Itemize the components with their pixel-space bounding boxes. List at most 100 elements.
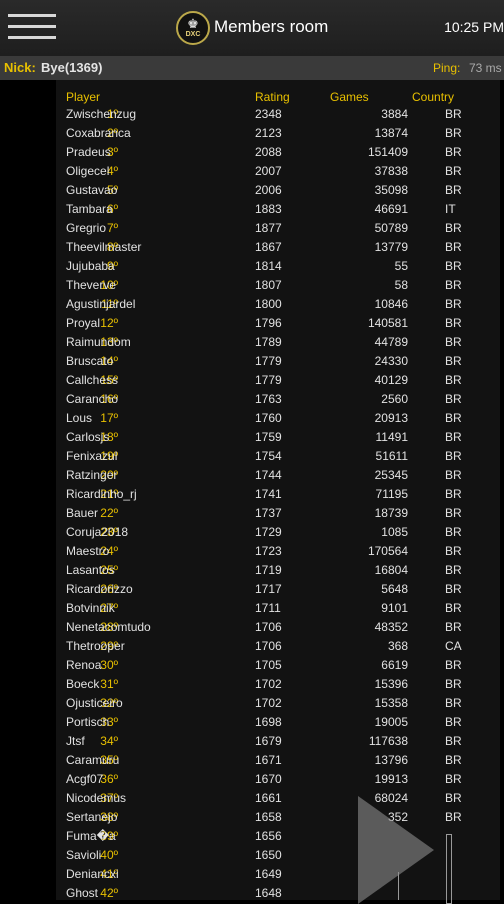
column-header-player[interactable]: Player — [66, 90, 100, 104]
player-name: Proyal — [66, 316, 101, 330]
player-rating: 2007 — [255, 164, 282, 178]
table-row[interactable]: 20º Ratzinger 1744 25345 BR — [56, 465, 500, 484]
player-name: Caramuru — [66, 753, 120, 767]
play-icon[interactable] — [358, 796, 434, 904]
table-row[interactable]: 14º Bruscato 1779 24330 BR — [56, 351, 500, 370]
table-row[interactable]: 21º Ricardinho_rj 1741 71195 BR — [56, 484, 500, 503]
player-name: Jujubaba — [66, 259, 115, 273]
info-bar: Nick: Bye(1369) Ping: 73 ms — [0, 56, 504, 80]
player-games: 15396 — [374, 677, 408, 691]
player-rating: 1719 — [255, 563, 282, 577]
player-rating: 1883 — [255, 202, 282, 216]
table-row[interactable]: 36º Acgf07 1670 19913 BR — [56, 769, 500, 788]
nick-label: Nick: — [4, 60, 36, 75]
player-country: BR — [445, 677, 462, 691]
player-name: Ricardinho_rj — [66, 487, 137, 501]
table-row[interactable]: 33º Portisch 1698 19005 BR — [56, 712, 500, 731]
scroll-slider[interactable] — [446, 834, 452, 904]
table-row[interactable]: 27º Botvinnik 1711 9101 BR — [56, 598, 500, 617]
player-name: Fuma�a — [66, 829, 116, 843]
player-country: BR — [445, 810, 462, 824]
player-rating: 1670 — [255, 772, 282, 786]
logo-text: DXC — [185, 31, 201, 38]
column-header-rating[interactable]: Rating — [255, 90, 290, 104]
table-row[interactable]: 32º Ojusticeiro 1702 15358 BR — [56, 693, 500, 712]
table-row[interactable]: 15º Callchess 1779 40129 BR — [56, 370, 500, 389]
player-name: Lous — [66, 411, 93, 425]
player-rating: 1759 — [255, 430, 282, 444]
table-row[interactable]: 23º Coruja2018 1729 1085 BR — [56, 522, 500, 541]
table-row[interactable]: 6º Tambara 1883 46691 IT — [56, 199, 500, 218]
player-name: Theverve — [66, 278, 117, 292]
player-country: BR — [445, 563, 462, 577]
table-row[interactable]: 29º Thetrooper 1706 368 CA — [56, 636, 500, 655]
player-rating: 1796 — [255, 316, 282, 330]
player-rating: 1744 — [255, 468, 282, 482]
club-logo: ♚ DXC — [176, 11, 210, 45]
table-row[interactable]: 13º Raimundom 1789 44789 BR — [56, 332, 500, 351]
player-country: BR — [445, 449, 462, 463]
table-row[interactable]: 8º Theevilmaster 1867 13779 BR — [56, 237, 500, 256]
player-name: Jtsf — [66, 734, 85, 748]
player-country: BR — [445, 753, 462, 767]
player-games: 51611 — [375, 449, 408, 463]
table-row[interactable]: 26º Ricardorizzo 1717 5648 BR — [56, 579, 500, 598]
table-row[interactable]: 10º Theverve 1807 58 BR — [56, 275, 500, 294]
player-games: 50789 — [374, 221, 408, 235]
table-row[interactable]: 17º Lous 1760 20913 BR — [56, 408, 500, 427]
player-name: Portisch — [66, 715, 110, 729]
player-games: 140581 — [367, 316, 408, 330]
table-row[interactable]: 22º Bauer 1737 18739 BR — [56, 503, 500, 522]
player-rating: 1760 — [255, 411, 282, 425]
table-row[interactable]: 9º Jujubaba 1814 55 BR — [56, 256, 500, 275]
player-rating: 2348 — [255, 107, 282, 121]
player-country: BR — [445, 164, 462, 178]
player-name: Carlosjs — [66, 430, 110, 444]
player-name: Carancho — [66, 392, 119, 406]
player-rating: 1807 — [255, 278, 282, 292]
table-row[interactable]: 28º Nenetacomtudo 1706 48352 BR — [56, 617, 500, 636]
player-name: Acgf07 — [66, 772, 104, 786]
table-row[interactable]: 31º Boeck 1702 15396 BR — [56, 674, 500, 693]
player-name: Ricardorizzo — [66, 582, 133, 596]
player-rating: 1650 — [255, 848, 282, 862]
player-country: BR — [445, 544, 462, 558]
table-row[interactable]: 18º Carlosjs 1759 11491 BR — [56, 427, 500, 446]
table-row[interactable]: 16º Carancho 1763 2560 BR — [56, 389, 500, 408]
table-row[interactable]: 12º Proyal 1796 140581 BR — [56, 313, 500, 332]
player-rating: 1706 — [255, 620, 282, 634]
player-country: CA — [445, 639, 462, 653]
player-games: 25345 — [374, 468, 408, 482]
table-row[interactable]: 3º Pradeus 2088 151409 BR — [56, 142, 500, 161]
player-rating: 1649 — [255, 867, 282, 881]
table-row[interactable]: 30º Renoa 1705 6619 BR — [56, 655, 500, 674]
table-row[interactable]: 34º Jtsf 1679 117638 BR — [56, 731, 500, 750]
table-row[interactable]: 2º Coxabranca 2123 13874 BR — [56, 123, 500, 142]
player-name: Savioli — [66, 848, 102, 862]
table-row[interactable]: 19º Fenixazul 1754 51611 BR — [56, 446, 500, 465]
table-row[interactable]: 5º Gustavao 2006 35098 BR — [56, 180, 500, 199]
table-row[interactable]: 25º Lasantos 1719 16804 BR — [56, 560, 500, 579]
player-country: BR — [445, 658, 462, 672]
player-rating: 2123 — [255, 126, 282, 140]
player-rank: 22º — [100, 506, 118, 520]
column-header-games[interactable]: Games — [330, 90, 369, 104]
player-games: 24330 — [374, 354, 408, 368]
table-row[interactable]: 11º Agustinjardel 1800 10846 BR — [56, 294, 500, 313]
player-games: 15358 — [374, 696, 408, 710]
menu-icon[interactable] — [8, 12, 56, 42]
player-country: BR — [445, 259, 462, 273]
player-rank: 40º — [100, 848, 118, 862]
column-header-country[interactable]: Country — [412, 90, 454, 104]
player-games: 13796 — [374, 753, 408, 767]
table-row[interactable]: 4º Oligecel 2007 37838 BR — [56, 161, 500, 180]
player-rank: 30º — [100, 658, 118, 672]
player-name: Nicodemus — [66, 791, 127, 805]
table-row[interactable]: 7º Gregrio 1877 50789 BR — [56, 218, 500, 237]
table-row[interactable]: 1º Zwischenzug 2348 3884 BR — [56, 104, 500, 123]
player-rating: 1723 — [255, 544, 282, 558]
table-row[interactable]: 24º Maestro 1723 170564 BR — [56, 541, 500, 560]
player-name: Sertanejo — [66, 810, 118, 824]
player-games: 48352 — [374, 620, 408, 634]
table-row[interactable]: 35º Caramuru 1671 13796 BR — [56, 750, 500, 769]
